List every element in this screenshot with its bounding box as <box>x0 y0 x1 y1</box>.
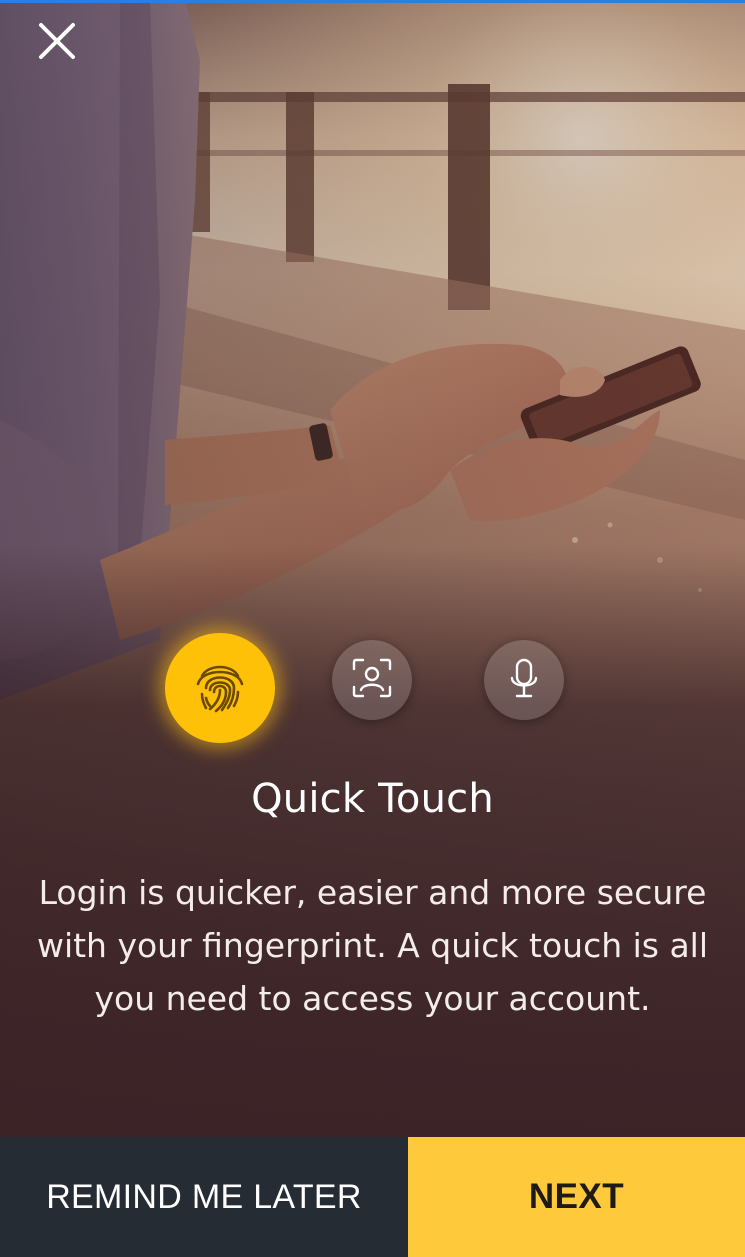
fingerprint-icon <box>188 654 252 722</box>
next-button[interactable]: NEXT <box>408 1137 745 1257</box>
feature-title: Quick Touch <box>251 776 494 822</box>
close-button[interactable] <box>30 18 84 68</box>
auth-method-selector <box>0 630 745 748</box>
remind-me-later-button[interactable]: REMIND ME LATER <box>0 1137 408 1257</box>
description-line: you need to access your account. <box>94 979 651 1018</box>
microphone-icon <box>502 656 546 704</box>
description-line: Login is quicker, easier and more secure <box>38 873 707 912</box>
onboarding-screen: Quick Touch Login is quicker, easier and… <box>0 0 745 1257</box>
face-scan-icon <box>350 656 394 704</box>
close-icon <box>37 21 77 65</box>
fingerprint-option[interactable] <box>165 633 275 743</box>
face-recognition-option[interactable] <box>332 640 412 720</box>
feature-description: Login is quicker, easier and more secure… <box>20 866 725 1025</box>
bottom-action-bar: REMIND ME LATER NEXT <box>0 1137 745 1257</box>
description-line: with your fingerprint. A quick touch is … <box>36 926 709 965</box>
top-accent-bar <box>0 0 745 3</box>
voice-option[interactable] <box>484 640 564 720</box>
